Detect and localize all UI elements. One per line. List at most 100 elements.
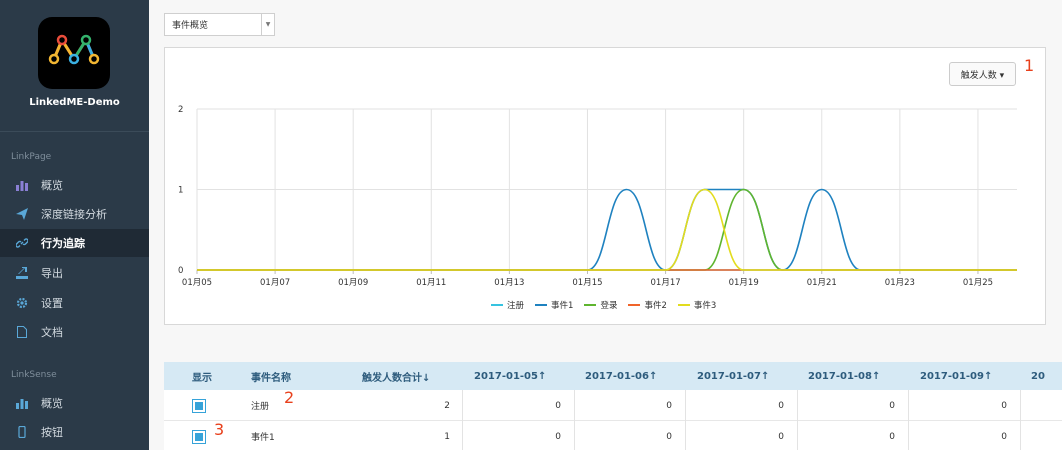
legend-swatch	[677, 304, 690, 306]
x-tick-label: 01月21	[807, 278, 837, 288]
sidebar: LinkedME-Demo LinkPage 概览 深度链接分析 行为追踪 导出…	[0, 0, 149, 450]
annotation-marker-1: 1	[1024, 56, 1035, 75]
sidebar-item-settings[interactable]: 设置	[0, 289, 149, 317]
x-tick-label: 01月05	[182, 278, 212, 288]
row-value: 0	[555, 400, 561, 411]
x-tick-label: 01月19	[729, 278, 759, 288]
row-value: 0	[778, 400, 784, 411]
x-tick-label: 01月23	[885, 278, 915, 288]
main-content: 事件概览 ▼ 0 1 2 01月05 01月07 01月09 01月11 01月13 01月15…	[149, 0, 1062, 450]
event-filter-value: 事件概览	[172, 21, 209, 31]
event-filter-select[interactable]: 事件概览 ▼	[164, 13, 275, 36]
row-display-checkbox[interactable]	[192, 421, 206, 450]
sidebar-item-linksense-overview[interactable]: 概览	[0, 389, 149, 417]
legend-item[interactable]: 事件3	[677, 299, 717, 311]
column-header-date[interactable]: 2017-01-08↑	[808, 362, 880, 390]
row-value: 0	[666, 431, 672, 442]
sidebar-item-deeplink-analysis[interactable]: 深度链接分析	[0, 200, 149, 228]
chevron-down-icon[interactable]: ▼	[261, 14, 274, 35]
sidebar-item-label: 概览	[41, 179, 63, 192]
events-table: 显示 事件名称 触发人数合计↓ 2017-01-05↑ 2017-01-06↑ …	[164, 362, 1062, 450]
sidebar-item-buttons[interactable]: 按钮	[0, 418, 149, 446]
legend-label: 登录	[600, 301, 618, 311]
section-label-linksense: LinkSense	[11, 370, 57, 380]
send-icon	[15, 207, 29, 221]
annotation-marker-3: 3	[214, 420, 225, 439]
annotation-marker-2: 2	[284, 388, 295, 407]
legend-item[interactable]: 事件2	[628, 299, 667, 311]
document-icon	[15, 325, 29, 339]
sidebar-item-export[interactable]: 导出	[0, 259, 149, 287]
sidebar-item-overview[interactable]: 概览	[0, 171, 149, 199]
sidebar-item-behavior-tracking[interactable]: 行为追踪	[0, 229, 149, 257]
link-icon	[15, 236, 29, 250]
chart-card: 0 1 2 01月05 01月07 01月09 01月11 01月13 01月15 01月17 01…	[164, 47, 1046, 325]
gear-icon	[15, 296, 29, 310]
row-display-checkbox[interactable]	[192, 390, 206, 421]
row-value: 0	[666, 400, 672, 411]
section-label-linkpage: LinkPage	[11, 152, 52, 162]
legend-label: 事件3	[693, 301, 717, 311]
row-event-name: 注册	[251, 402, 270, 412]
row-total: 1	[444, 431, 450, 442]
legend-swatch	[628, 304, 641, 306]
sidebar-item-label: 深度链接分析	[41, 208, 107, 221]
legend-item[interactable]: 登录	[584, 299, 617, 311]
legend-swatch	[535, 304, 548, 306]
y-tick-label: 0	[178, 266, 183, 276]
x-tick-label: 01月15	[572, 278, 602, 288]
row-value: 0	[1001, 400, 1007, 411]
column-header-date[interactable]: 2017-01-06↑	[585, 362, 657, 390]
table-row: 注册 2 0 0 0 0 0	[164, 390, 1062, 421]
legend-label: 事件2	[644, 301, 667, 311]
row-value: 0	[778, 431, 784, 442]
chart-legend: 注册 事件1 登录 事件2 事件3	[491, 299, 727, 311]
x-tick-label: 01月09	[338, 278, 368, 288]
row-value: 0	[889, 400, 895, 411]
y-tick-label: 2	[178, 105, 183, 115]
legend-swatch	[491, 304, 503, 306]
legend-item[interactable]: 注册	[491, 299, 524, 311]
legend-swatch	[584, 304, 597, 306]
sidebar-item-label: 导出	[41, 267, 63, 280]
sidebar-item-label: 按钮	[41, 426, 63, 439]
legend-item[interactable]: 事件1	[535, 299, 573, 311]
x-tick-label: 01月11	[416, 278, 446, 288]
series-line-1	[197, 188, 1017, 271]
sidebar-item-label: 设置	[41, 297, 63, 310]
column-header-display[interactable]: 显示	[192, 362, 212, 390]
app-name: LinkedME-Demo	[29, 97, 120, 108]
sidebar-item-docs[interactable]: 文档	[0, 318, 149, 346]
legend-label: 事件1	[551, 301, 574, 311]
x-tick-label: 01月13	[494, 278, 524, 288]
app-logo	[38, 17, 110, 89]
column-header-date[interactable]: 20	[1031, 362, 1045, 390]
phone-icon	[15, 425, 29, 439]
table-row: 事件1 1 0 0 0 0 0	[164, 421, 1062, 450]
table-header: 显示 事件名称 触发人数合计↓ 2017-01-05↑ 2017-01-06↑ …	[164, 362, 1062, 390]
y-tick-label: 1	[178, 186, 183, 196]
metric-dropdown-button[interactable]: 触发人数 ▾	[949, 62, 1016, 86]
row-value: 0	[1001, 431, 1007, 442]
export-icon	[15, 266, 29, 280]
legend-label: 注册	[507, 301, 525, 311]
row-total: 2	[444, 400, 450, 411]
x-tick-label: 01月17	[651, 278, 681, 288]
row-event-name: 事件1	[251, 433, 275, 443]
x-tick-label: 01月07	[260, 278, 290, 288]
x-tick-label: 01月25	[963, 278, 993, 288]
line-chart: 0 1 2 01月05 01月07 01月09 01月11 01月13 01月15 01月17 01…	[178, 105, 1017, 288]
sidebar-item-label: 行为追踪	[41, 237, 85, 250]
bar-chart-icon	[15, 178, 29, 192]
column-header-date[interactable]: 2017-01-09↑	[920, 362, 992, 390]
sidebar-item-label: 文档	[41, 326, 63, 339]
column-header-total[interactable]: 触发人数合计↓	[362, 362, 430, 390]
column-header-date[interactable]: 2017-01-05↑	[474, 362, 546, 390]
row-value: 0	[889, 431, 895, 442]
sidebar-divider	[0, 131, 149, 132]
sidebar-item-label: 概览	[41, 397, 63, 410]
column-header-event-name[interactable]: 事件名称	[251, 362, 291, 390]
row-value: 0	[555, 431, 561, 442]
bar-chart-icon	[15, 396, 29, 410]
column-header-date[interactable]: 2017-01-07↑	[697, 362, 769, 390]
